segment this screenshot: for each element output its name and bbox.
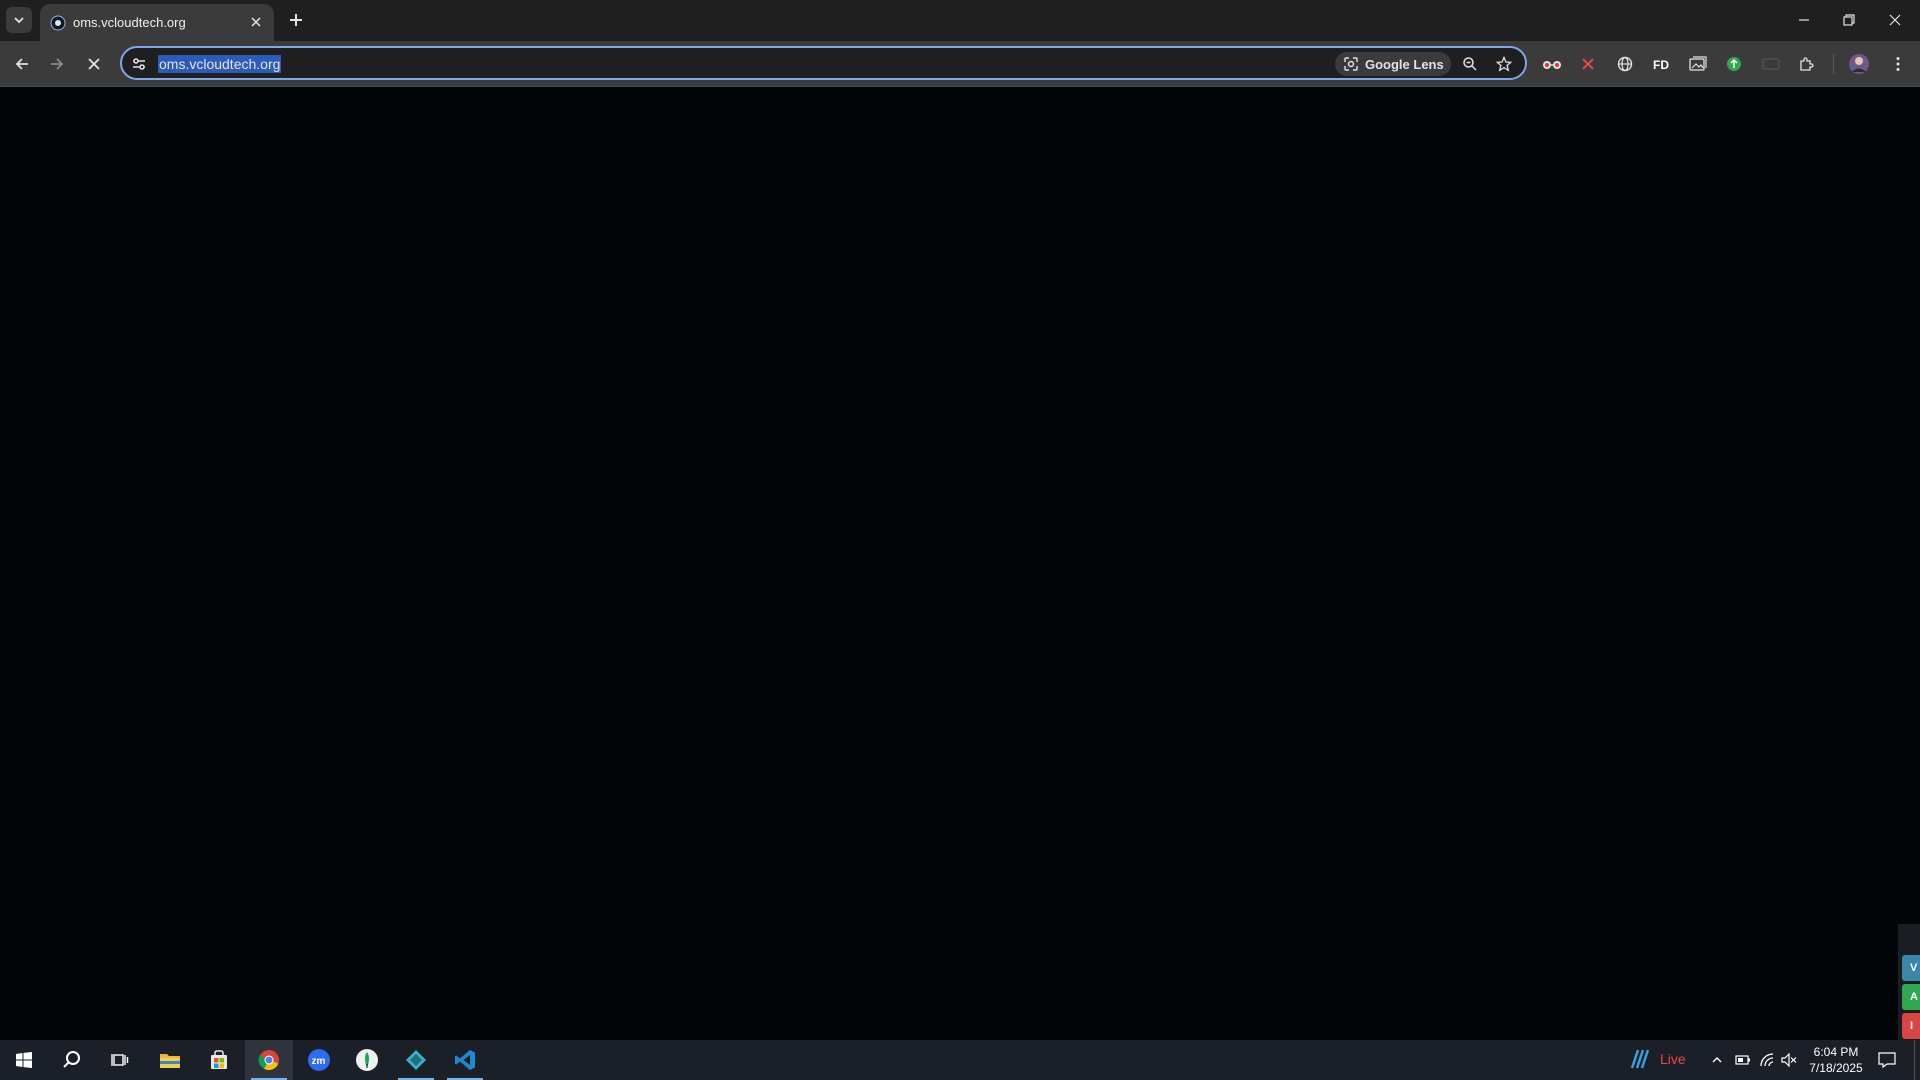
diamond-app-taskbar-button[interactable] [392, 1040, 440, 1080]
store-button[interactable] [195, 1040, 243, 1080]
show-hidden-icons-button[interactable] [1707, 1050, 1727, 1070]
chevron-down-icon [14, 17, 24, 24]
page-content: V A I [0, 88, 1920, 1040]
google-lens-label: Google Lens [1365, 56, 1444, 72]
minimize-button[interactable] [1786, 6, 1822, 34]
tab-search-button[interactable] [6, 7, 32, 33]
restore-icon [1843, 14, 1855, 26]
back-button[interactable] [9, 51, 35, 77]
system-clock[interactable]: 6:04 PM 7/18/2025 [1800, 1044, 1872, 1076]
store-icon [211, 1050, 227, 1069]
card-icon [1762, 58, 1780, 70]
clock-time: 6:04 PM [1813, 1045, 1859, 1059]
green-circle-icon [1727, 57, 1741, 71]
file-explorer-button[interactable] [146, 1040, 194, 1080]
glasses-icon [1543, 61, 1561, 69]
battery-tray[interactable] [1733, 1050, 1753, 1070]
zoom-button[interactable] [1460, 54, 1480, 74]
site-favicon-icon [50, 15, 66, 31]
weather-widget[interactable]: Live [1628, 1048, 1686, 1070]
x-extension[interactable] [1576, 52, 1600, 76]
chrome-icon [258, 1050, 279, 1071]
side-tab-i[interactable]: I [1902, 1013, 1920, 1039]
minimize-icon [1799, 19, 1809, 21]
arrow-left-icon [15, 58, 28, 70]
chrome-menu-button[interactable] [1886, 52, 1910, 76]
more-vert-icon [1896, 57, 1900, 71]
volume-muted-icon [1781, 1053, 1797, 1067]
task-view-button[interactable] [96, 1040, 144, 1080]
chevron-up-icon [1712, 1057, 1722, 1063]
notification-icon [1878, 1052, 1896, 1068]
profile-button[interactable] [1847, 52, 1871, 76]
glasses-extension[interactable] [1540, 52, 1564, 76]
forward-button[interactable] [44, 51, 70, 77]
plus-icon [290, 14, 302, 26]
stop-loading-button[interactable] [81, 51, 107, 77]
zoom-out-icon [1463, 57, 1477, 71]
fd-icon: FD [1653, 58, 1669, 71]
site-info-button[interactable] [130, 55, 148, 73]
gallery-extension[interactable] [1686, 52, 1710, 76]
url-text[interactable]: oms.vcloudtech.org [158, 55, 282, 73]
vscode-taskbar-button[interactable] [441, 1040, 489, 1080]
browser-toolbar: oms.vcloudtech.org Google Lens FD [0, 41, 1920, 87]
close-icon [1889, 14, 1901, 26]
extensions-button[interactable] [1795, 52, 1819, 76]
notification-center-button[interactable] [1877, 1050, 1897, 1070]
arrow-right-icon [51, 58, 64, 70]
wifi-icon [1760, 1053, 1774, 1067]
browser-tab[interactable]: oms.vcloudtech.org [40, 4, 274, 41]
close-window-button[interactable] [1877, 6, 1913, 34]
puzzle-icon [1800, 57, 1814, 71]
zoom-taskbar-button[interactable]: zm [295, 1040, 343, 1080]
close-icon [251, 17, 261, 27]
svg-text:zm: zm [312, 1056, 326, 1067]
task-view-icon [111, 1054, 129, 1066]
live-label: Live [1660, 1051, 1686, 1067]
tab-strip: oms.vcloudtech.org [0, 0, 1920, 41]
avatar [1849, 54, 1869, 74]
diamond-app-icon [406, 1050, 426, 1070]
side-tab-a[interactable]: A [1902, 984, 1920, 1010]
start-button[interactable] [0, 1040, 48, 1080]
lens-icon [1344, 57, 1358, 71]
image-gallery-icon [1689, 56, 1707, 71]
close-icon [88, 58, 100, 70]
toolbar-divider [1833, 54, 1834, 74]
clock-date: 7/18/2025 [1809, 1061, 1863, 1075]
bookmark-button[interactable] [1494, 54, 1514, 74]
search-button[interactable] [48, 1040, 96, 1080]
network-tray[interactable] [1757, 1050, 1777, 1070]
search-icon [63, 1051, 80, 1068]
mongodb-taskbar-button[interactable] [343, 1040, 391, 1080]
side-tab-v[interactable]: V [1902, 955, 1920, 981]
leaf-icon [356, 1049, 378, 1071]
windows-icon [16, 1052, 32, 1068]
restore-button[interactable] [1831, 6, 1867, 34]
fd-extension[interactable]: FD [1650, 52, 1674, 76]
green-extension[interactable] [1722, 52, 1746, 76]
show-desktop-button[interactable] [1914, 1040, 1915, 1080]
address-bar[interactable]: oms.vcloudtech.org Google Lens [120, 46, 1527, 80]
close-tab-button[interactable] [247, 13, 265, 31]
live-logo-icon [1630, 1049, 1650, 1069]
tune-icon [133, 58, 145, 70]
taskbar: zm Live 6:04 PM 7/18/2025 [0, 1040, 1920, 1080]
star-icon [1496, 56, 1512, 72]
globe-icon [1617, 56, 1633, 72]
zoom-app-icon: zm [308, 1049, 330, 1071]
tab-title: oms.vcloudtech.org [73, 15, 186, 30]
x-red-icon [1582, 58, 1594, 70]
vscode-icon [455, 1050, 475, 1070]
google-lens-button[interactable]: Google Lens [1335, 52, 1451, 76]
new-tab-button[interactable] [285, 9, 307, 31]
volume-tray[interactable] [1779, 1050, 1799, 1070]
globe-extension[interactable] [1613, 52, 1637, 76]
card-extension[interactable] [1759, 52, 1783, 76]
folder-icon [160, 1054, 180, 1068]
chrome-taskbar-button[interactable] [245, 1040, 293, 1080]
battery-icon [1735, 1055, 1750, 1065]
svg-text:FD: FD [1653, 58, 1669, 71]
